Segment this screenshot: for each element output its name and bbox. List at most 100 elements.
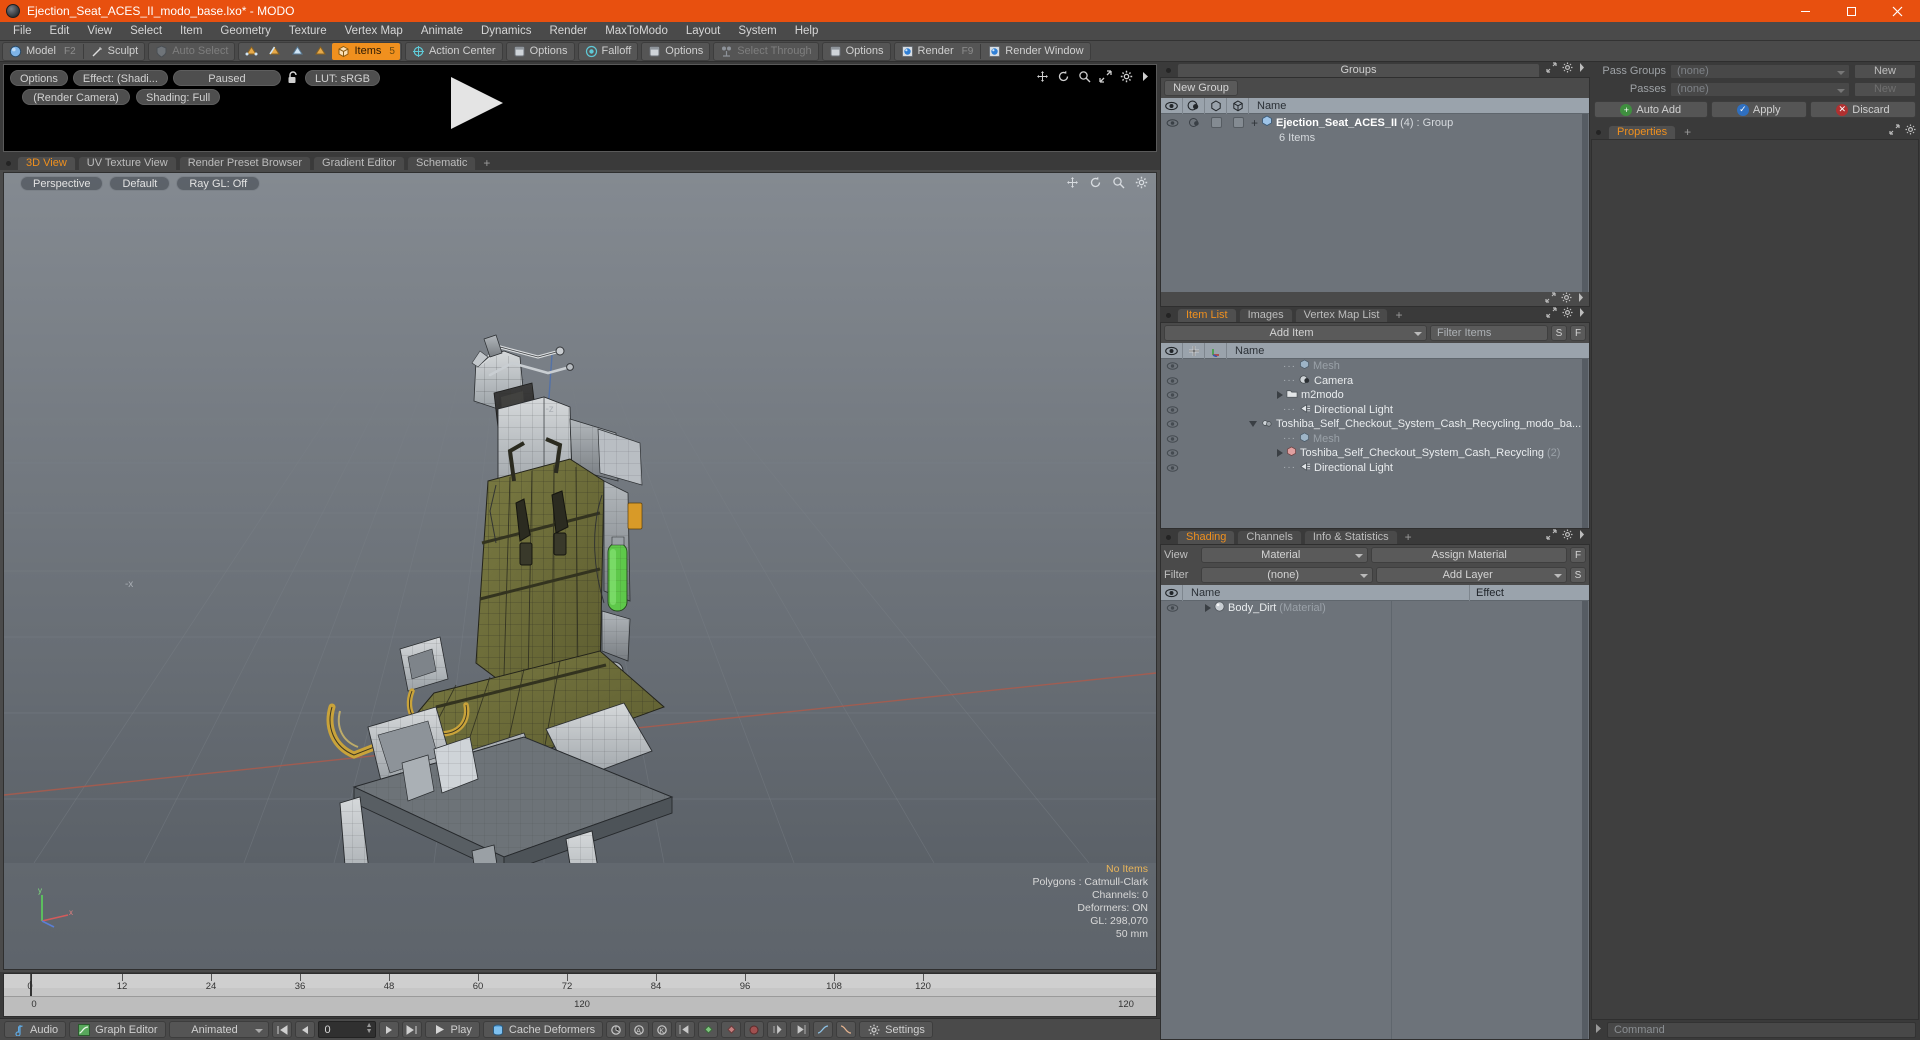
properties-panel-body[interactable]: [1591, 139, 1919, 1020]
filter-select[interactable]: (none): [1201, 567, 1374, 583]
gear-icon[interactable]: [1135, 176, 1148, 192]
gear-icon[interactable]: [1562, 62, 1573, 76]
pass-groups-select[interactable]: (none): [1670, 63, 1850, 79]
tab-images[interactable]: Images: [1238, 308, 1293, 322]
polygons-mode-button[interactable]: [286, 43, 309, 60]
fit-icon[interactable]: [1099, 70, 1112, 86]
menu-texture[interactable]: Texture: [280, 22, 336, 41]
item-list[interactable]: ··· Mesh ··· Camera m2modo ··· Direction…: [1161, 359, 1589, 528]
list-item[interactable]: ··· Directional Light: [1161, 461, 1589, 476]
expander-right-icon[interactable]: [1205, 604, 1211, 613]
gear-icon[interactable]: [1562, 529, 1573, 543]
ejection-seat-model[interactable]: [4, 173, 1156, 863]
options-button-3[interactable]: Options: [824, 43, 889, 60]
new-group-button[interactable]: New Group: [1164, 80, 1238, 96]
chevron-right-icon[interactable]: [1578, 307, 1586, 321]
shading-list[interactable]: Body_Dirt (Material): [1161, 601, 1589, 1039]
audio-button[interactable]: Audio: [4, 1021, 67, 1038]
expander-right-icon[interactable]: [1277, 449, 1283, 458]
gear-icon[interactable]: [1905, 124, 1916, 138]
properties-add-tab[interactable]: +: [1679, 125, 1696, 139]
rotate-icon[interactable]: [1057, 70, 1070, 86]
tab-3d-view[interactable]: 3D View: [17, 156, 76, 170]
animation-mode-select[interactable]: Animated: [168, 1021, 269, 1038]
curve-in-button[interactable]: [813, 1021, 834, 1038]
apply-button[interactable]: ✓ Apply: [1710, 101, 1807, 118]
row-render-toggle[interactable]: [1183, 117, 1205, 128]
row-visibility-toggle[interactable]: [1161, 463, 1183, 473]
lock-open-icon[interactable]: [286, 70, 300, 85]
tab-vertex-map-list[interactable]: Vertex Map List: [1294, 308, 1389, 322]
tab-schematic[interactable]: Schematic: [407, 156, 477, 170]
shading-f-button[interactable]: F: [1570, 547, 1587, 563]
edges-mode-button[interactable]: [263, 43, 286, 60]
menu-vertex-map[interactable]: Vertex Map: [336, 22, 412, 41]
panel-menu-dot-icon[interactable]: [1166, 313, 1171, 318]
material-row-name[interactable]: Body_Dirt (Material): [1183, 601, 1589, 615]
item-list-add-tab[interactable]: +: [1390, 308, 1407, 322]
render-column-header[interactable]: [1183, 97, 1205, 114]
tab-item-list[interactable]: Item List: [1177, 308, 1237, 322]
list-item[interactable]: ··· Mesh: [1161, 432, 1589, 447]
panel-menu-dot-icon[interactable]: [1166, 535, 1171, 540]
item-row-name[interactable]: ··· Directional Light: [1227, 403, 1589, 417]
tab-render-preset-browser[interactable]: Render Preset Browser: [178, 156, 312, 170]
maximize-button[interactable]: [1828, 0, 1874, 22]
groups-list[interactable]: + Ejection_Seat_ACES_II (4) : Group 6 It…: [1161, 114, 1589, 292]
row-wire-checkbox[interactable]: [1227, 117, 1249, 128]
assign-material-button[interactable]: Assign Material: [1371, 547, 1568, 563]
options-button-1[interactable]: Options: [508, 43, 573, 60]
row-visibility-toggle[interactable]: [1161, 376, 1183, 386]
filter-items-input[interactable]: Filter Items: [1430, 325, 1548, 341]
preview-options-button[interactable]: Options: [10, 70, 68, 86]
add-layer-button[interactable]: Add Layer: [1376, 567, 1568, 583]
shading-s-button[interactable]: S: [1570, 567, 1587, 583]
menu-file[interactable]: File: [4, 22, 41, 41]
settings-button[interactable]: Settings: [859, 1021, 933, 1038]
menu-geometry[interactable]: Geometry: [211, 22, 280, 41]
passes-new-button[interactable]: New: [1854, 81, 1916, 97]
sculpt-mode-button[interactable]: Sculpt: [86, 43, 144, 60]
row-visibility-toggle[interactable]: [1161, 448, 1183, 458]
group-row-name[interactable]: + Ejection_Seat_ACES_II (4) : Group: [1249, 115, 1589, 130]
current-frame-input[interactable]: 0 ▲ ▼: [317, 1021, 376, 1038]
panel-menu-dot-icon[interactable]: [1166, 68, 1171, 73]
vertices-mode-button[interactable]: [240, 43, 263, 60]
record-options-button[interactable]: [606, 1021, 627, 1038]
menu-layout[interactable]: Layout: [677, 22, 730, 41]
expand-plus-icon[interactable]: +: [1251, 117, 1258, 129]
graph-editor-button[interactable]: Graph Editor: [69, 1021, 166, 1038]
viewport-style-button[interactable]: Default: [109, 175, 171, 191]
viewport-raygl-button[interactable]: Ray GL: Off: [176, 175, 261, 191]
previous-frame-button[interactable]: [294, 1021, 315, 1038]
expand-icon[interactable]: [1545, 291, 1556, 306]
preview-shading-button[interactable]: Shading: Full: [136, 89, 221, 105]
visibility-column-header[interactable]: [1161, 97, 1183, 114]
pan-icon[interactable]: [1036, 70, 1049, 86]
zoom-icon[interactable]: [1078, 70, 1091, 86]
select-through-button[interactable]: Select Through: [715, 43, 816, 60]
auto-key-button[interactable]: A: [629, 1021, 650, 1038]
falloff-button[interactable]: Falloff: [580, 43, 637, 60]
chevron-right-icon[interactable]: [1578, 62, 1586, 76]
item-row-name[interactable]: ··· Mesh: [1227, 359, 1589, 373]
item-row-name[interactable]: ··· Directional Light: [1227, 461, 1589, 475]
list-item[interactable]: m2modo: [1161, 388, 1589, 403]
key-stop-button[interactable]: [744, 1021, 765, 1038]
go-to-start-button[interactable]: [271, 1021, 292, 1038]
expand-arrow-icon[interactable]: [1141, 70, 1150, 86]
item-row-name[interactable]: m2modo: [1227, 388, 1589, 402]
lock-column-header[interactable]: [1183, 342, 1205, 359]
tab-add-button[interactable]: +: [478, 156, 495, 170]
preview-camera-button[interactable]: (Render Camera): [22, 89, 130, 105]
action-center-button[interactable]: Action Center: [407, 43, 501, 60]
go-to-end-button[interactable]: [401, 1021, 422, 1038]
row-visibility-toggle[interactable]: [1161, 361, 1183, 371]
next-frame-button[interactable]: [378, 1021, 399, 1038]
key-delete-button[interactable]: [721, 1021, 742, 1038]
timeline-track[interactable]: [4, 974, 1156, 988]
key-mid-button[interactable]: [767, 1021, 788, 1038]
gear-icon[interactable]: [1562, 307, 1573, 321]
tab-menu-dot-icon[interactable]: [6, 161, 11, 166]
frame-stepper-icon[interactable]: ▲ ▼: [366, 1022, 373, 1035]
